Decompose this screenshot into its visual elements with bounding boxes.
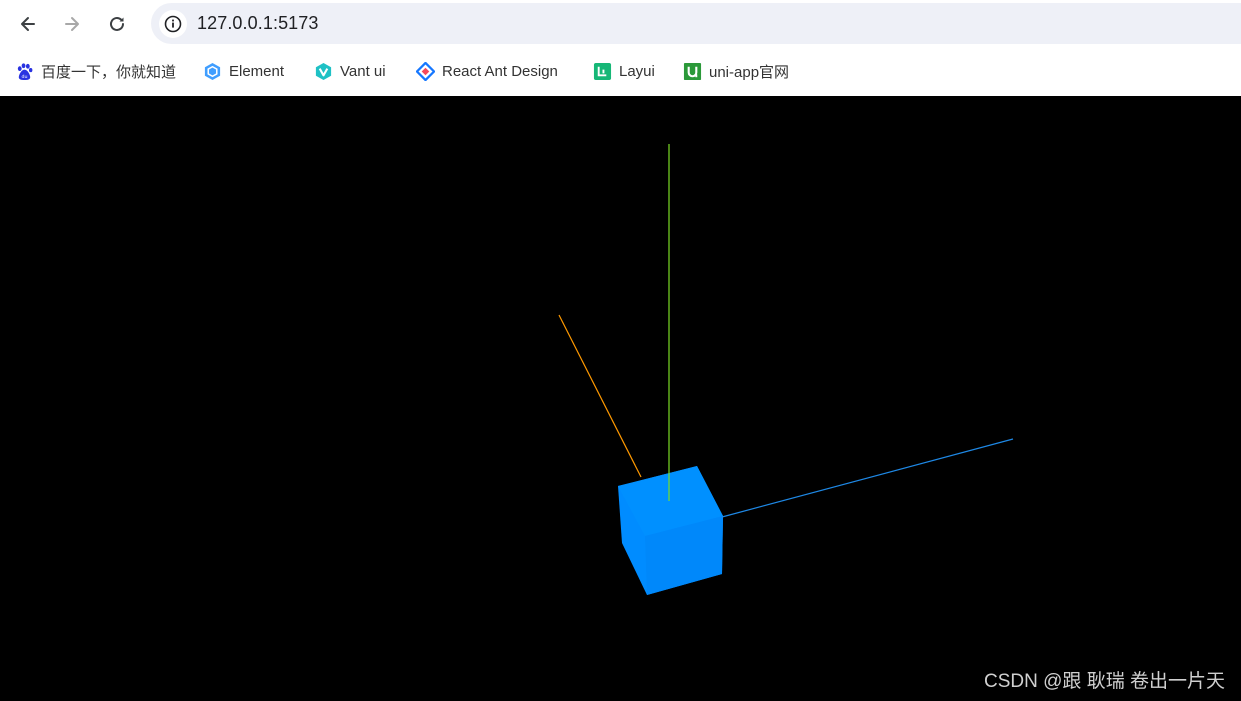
bookmark-layui[interactable]: Layui <box>593 60 655 82</box>
element-hexagon-icon <box>203 62 222 81</box>
threejs-canvas[interactable]: CSDN @跟 耿瑞 卷出一片天 <box>0 96 1241 701</box>
site-info-button[interactable] <box>159 10 187 38</box>
bookmark-label: Layui <box>619 62 655 80</box>
bookmark-label: uni-app官网 <box>709 63 790 81</box>
forward-button[interactable] <box>56 8 88 40</box>
scene-render <box>558 144 1014 595</box>
browser-toolbar: 127.0.0.1:5173 <box>0 0 1241 48</box>
arrow-left-icon <box>21 17 35 31</box>
arrow-right-icon <box>65 17 79 31</box>
z-axis-line <box>558 314 642 478</box>
bookmark-label: Element <box>229 62 285 80</box>
reload-icon <box>110 16 124 31</box>
bookmark-label: React Ant Design <box>442 62 558 80</box>
baidu-paw-icon: du <box>15 62 34 81</box>
svg-text:du: du <box>21 74 27 80</box>
info-icon <box>164 15 182 33</box>
bookmarks-bar: du 百度一下，你就知道 Element Vant ui React Ant D… <box>0 52 1241 92</box>
layui-logo-icon <box>593 62 612 81</box>
watermark-text: CSDN @跟 耿瑞 卷出一片天 <box>984 671 1225 692</box>
reload-button[interactable] <box>101 8 133 40</box>
bookmark-vant[interactable]: Vant ui <box>314 60 386 82</box>
url-text[interactable]: 127.0.0.1:5173 <box>197 13 319 34</box>
bookmark-element[interactable]: Element <box>203 60 284 82</box>
browser-chrome: 127.0.0.1:5173 du 百度一下，你就知道 Element Vant… <box>0 0 1241 96</box>
back-button[interactable] <box>12 8 44 40</box>
bookmark-label: Vant ui <box>340 62 386 80</box>
bookmark-baidu[interactable]: du 百度一下，你就知道 <box>15 60 176 82</box>
bookmark-react-ant-design[interactable]: React Ant Design <box>416 60 558 82</box>
address-bar[interactable]: 127.0.0.1:5173 <box>151 3 1241 44</box>
vant-logo-icon <box>314 62 333 81</box>
bookmark-label: 百度一下，你就知道 <box>41 63 177 81</box>
ant-design-diamond-icon <box>416 61 435 81</box>
x-axis-line <box>721 438 1014 518</box>
uniapp-logo-icon <box>683 62 702 81</box>
bookmark-uniapp[interactable]: uni-app官网 <box>683 60 789 82</box>
